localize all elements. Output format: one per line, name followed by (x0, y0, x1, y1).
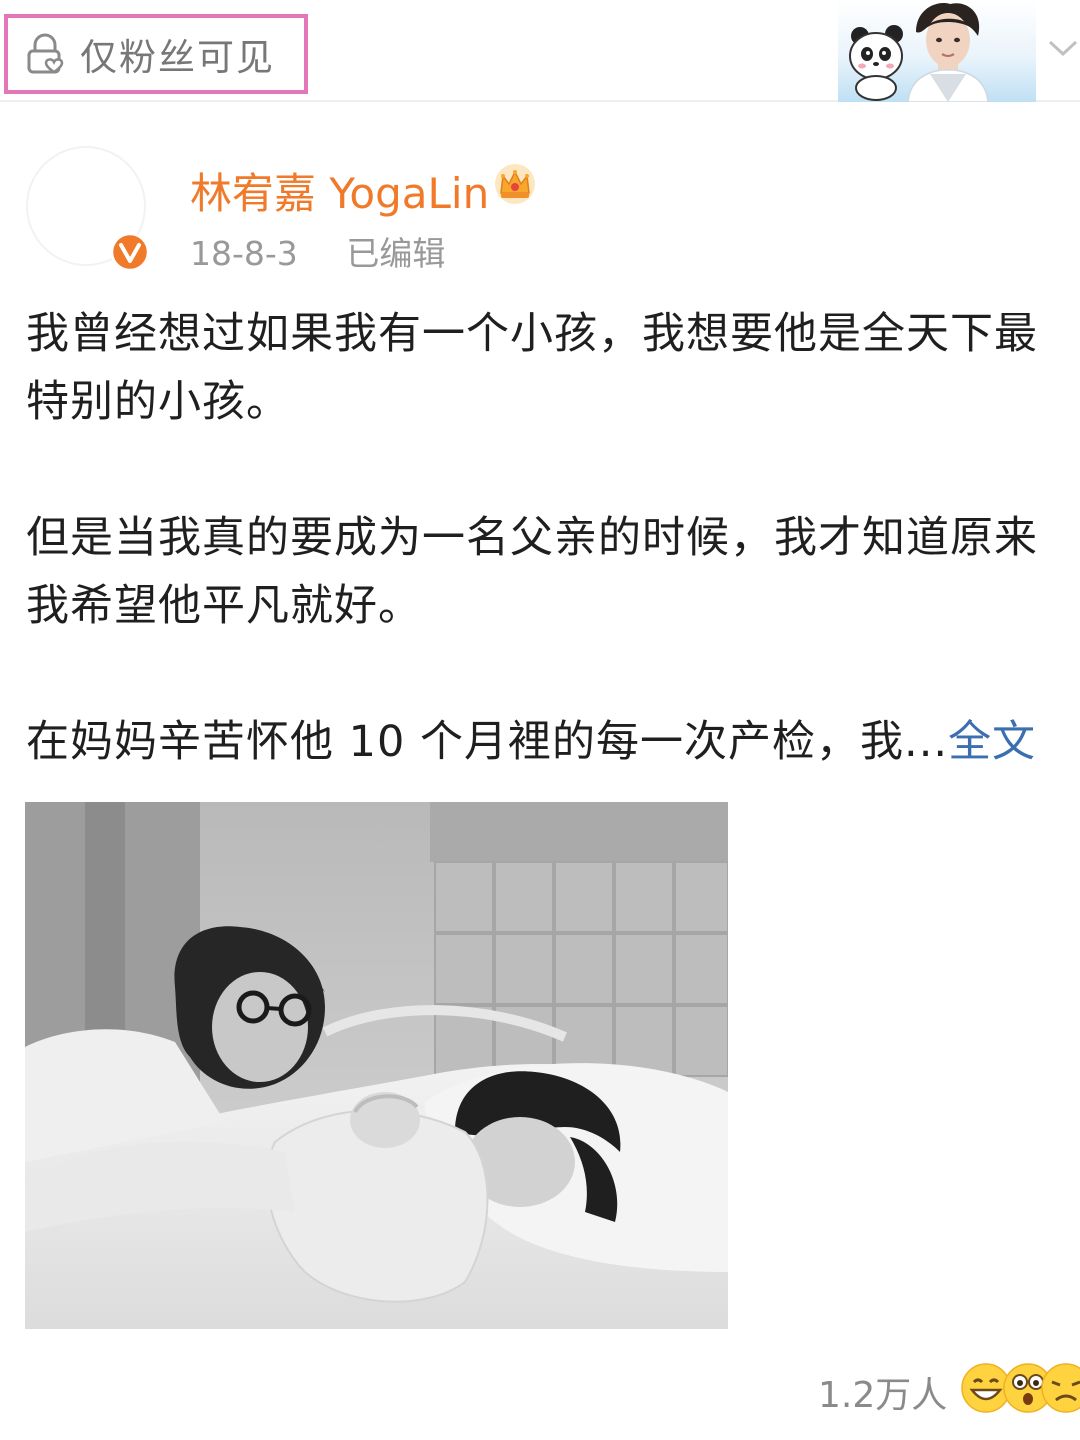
post-photo[interactable] (25, 802, 728, 1329)
hospital-family-photo (25, 802, 728, 1329)
read-full-text-link[interactable]: 全文 (948, 717, 1036, 767)
post-meta: 18-8-3 已编辑 (190, 227, 445, 275)
post-date: 18-8-3 (190, 234, 298, 273)
visibility-label: 仅粉丝可见 (80, 36, 275, 79)
top-bar: 仅粉丝可见 (0, 0, 1080, 102)
crown-icon[interactable] (494, 163, 536, 205)
post-paragraph: 我曾经想过如果我有一个小孩，我想要他是全天下最特别的小孩。 (26, 309, 1038, 427)
profile-decoration-card[interactable] (838, 0, 1036, 102)
post-text: 我曾经想过如果我有一个小孩，我想要他是全天下最特别的小孩。 但是当我真的要成为一… (26, 300, 1066, 776)
chevron-down-icon[interactable] (1046, 36, 1080, 60)
post-paragraph: 但是当我真的要成为一名父亲的时候，我才知道原来我希望他平凡就好。 (26, 513, 1038, 631)
post-paragraph-truncated: 在妈妈辛苦怀他 10 个月裡的每一次产检，我...全文 (26, 708, 1066, 776)
post-paragraph-text: 在妈妈辛苦怀他 10 个月裡的每一次产检，我... (26, 717, 949, 767)
author-name[interactable]: 林宥嘉 YogaLin (190, 160, 489, 221)
edited-label: 已编辑 (346, 234, 446, 273)
verified-badge-icon (110, 232, 150, 272)
reactions-count[interactable]: 1.2万人 (818, 1366, 947, 1418)
visibility-indicator[interactable]: 仅粉丝可见 (4, 14, 308, 94)
panda-and-portrait-illustration (849, 3, 989, 102)
sad-emoji-icon[interactable] (1040, 1362, 1080, 1414)
lock-heart-icon (27, 33, 64, 74)
